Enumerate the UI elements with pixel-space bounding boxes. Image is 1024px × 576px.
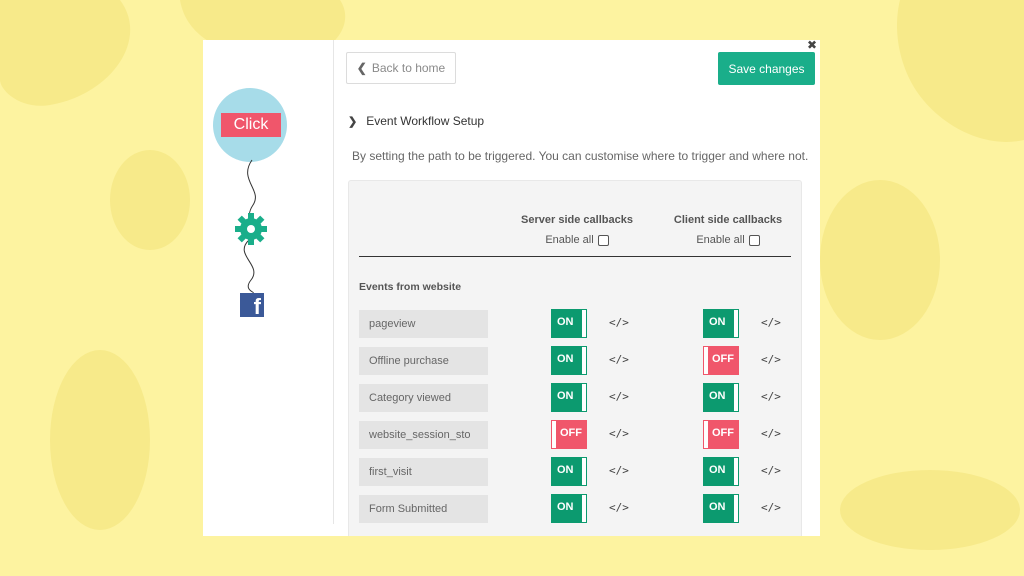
- section-toggle[interactable]: ❯ Event Workflow Setup: [348, 114, 484, 128]
- close-icon[interactable]: ✖: [807, 40, 817, 52]
- client-toggle[interactable]: ON: [703, 309, 739, 338]
- client-enable-all-checkbox[interactable]: [748, 234, 760, 246]
- server-toggle[interactable]: ON: [551, 383, 587, 412]
- header-divider: [359, 256, 791, 257]
- server-code-icon[interactable]: </>: [609, 316, 629, 329]
- client-code-icon[interactable]: </>: [761, 464, 781, 477]
- table-row: website_session_sto OFF </> OFF </>: [359, 420, 799, 449]
- client-code-icon[interactable]: </>: [761, 353, 781, 366]
- facebook-icon: f: [240, 293, 264, 319]
- save-changes-button[interactable]: Save changes: [718, 52, 815, 85]
- event-name: pageview: [359, 310, 488, 338]
- server-enable-all-label: Enable all: [545, 234, 594, 246]
- section-title: Event Workflow Setup: [366, 114, 485, 128]
- server-code-icon[interactable]: </>: [609, 353, 629, 366]
- client-toggle[interactable]: ON: [703, 494, 739, 523]
- events-header: Events from website: [359, 281, 462, 293]
- server-toggle[interactable]: ON: [551, 346, 587, 375]
- table-row: Offline purchase ON </> OFF </>: [359, 346, 799, 375]
- section-description: By setting the path to be triggered. You…: [352, 149, 809, 163]
- event-name: Offline purchase: [359, 347, 488, 375]
- table-row: Form Submitted ON </> ON </>: [359, 494, 799, 523]
- server-toggle[interactable]: OFF: [551, 420, 587, 449]
- chevron-left-icon: ❮: [356, 61, 367, 75]
- workflow-panel: Click f ✖ ❮ Back to home Save changes ❯ …: [203, 40, 820, 536]
- server-code-icon[interactable]: </>: [609, 390, 629, 403]
- table-row: Category viewed ON </> ON </>: [359, 383, 799, 412]
- server-code-icon[interactable]: </>: [609, 427, 629, 440]
- event-name: first_visit: [359, 458, 488, 486]
- event-name: Category viewed: [359, 384, 488, 412]
- client-code-icon[interactable]: </>: [761, 501, 781, 514]
- event-name: website_session_sto: [359, 421, 488, 449]
- client-callbacks-header: Client side callbacks: [673, 214, 783, 226]
- back-to-home-label: Back to home: [371, 61, 446, 75]
- flow-sidebar: Click f: [203, 40, 334, 524]
- client-toggle[interactable]: ON: [703, 457, 739, 486]
- gear-icon: [235, 213, 267, 245]
- flow-diagram: [213, 88, 287, 294]
- server-enable-all: Enable all: [507, 234, 647, 246]
- table-row: pageview ON </> ON </>: [359, 309, 799, 338]
- server-toggle[interactable]: ON: [551, 309, 587, 338]
- client-toggle[interactable]: OFF: [703, 420, 739, 449]
- table-row: first_visit ON </> ON </>: [359, 457, 799, 486]
- server-toggle[interactable]: ON: [551, 457, 587, 486]
- client-code-icon[interactable]: </>: [761, 390, 781, 403]
- event-name: Form Submitted: [359, 495, 488, 523]
- back-to-home-button[interactable]: ❮ Back to home: [346, 52, 456, 84]
- server-code-icon[interactable]: </>: [609, 501, 629, 514]
- client-toggle[interactable]: ON: [703, 383, 739, 412]
- chevron-right-icon: ❯: [348, 115, 358, 128]
- server-code-icon[interactable]: </>: [609, 464, 629, 477]
- client-enable-all: Enable all: [658, 234, 798, 246]
- client-code-icon[interactable]: </>: [761, 427, 781, 440]
- client-toggle[interactable]: OFF: [703, 346, 739, 375]
- client-enable-all-label: Enable all: [696, 234, 745, 246]
- server-enable-all-checkbox[interactable]: [597, 234, 609, 246]
- server-callbacks-header: Server side callbacks: [521, 214, 633, 226]
- client-code-icon[interactable]: </>: [761, 316, 781, 329]
- click-trigger-label: Click: [221, 113, 281, 137]
- server-toggle[interactable]: ON: [551, 494, 587, 523]
- callbacks-card: Server side callbacks Client side callba…: [348, 180, 802, 536]
